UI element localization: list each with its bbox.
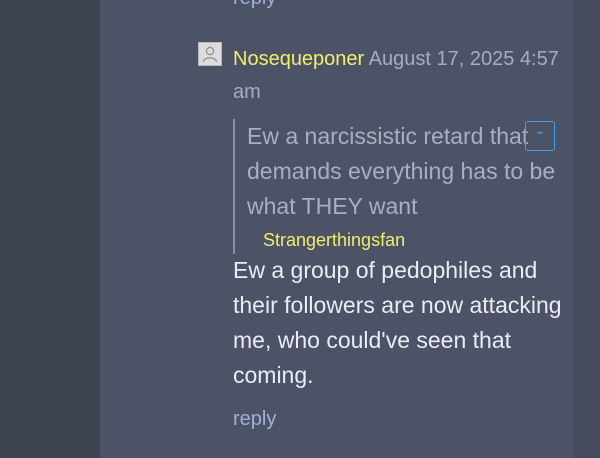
left-gutter <box>0 0 100 458</box>
reply-link[interactable]: reply <box>233 405 276 433</box>
comment-author[interactable]: Nosequeponer <box>233 48 364 70</box>
comment-body: Ew a group of pedophiles and their follo… <box>233 257 562 388</box>
previous-reply-link[interactable]: reply <box>233 0 276 10</box>
page: reply Nosequeponer August 17, 2025 4:57 … <box>0 0 600 458</box>
blockquote: Ew a narcissistic retard that demands ev… <box>233 119 568 254</box>
comment-meta: Nosequeponer August 17, 2025 4:57 am <box>233 43 568 109</box>
collapse-button[interactable]: - <box>525 121 555 151</box>
avatar[interactable] <box>198 42 222 66</box>
quote-author[interactable]: Strangerthingsfan <box>247 226 568 254</box>
user-silhouette-icon <box>202 46 218 63</box>
right-gutter <box>574 0 600 458</box>
quote-text: Ew a narcissistic retard that demands ev… <box>247 123 556 219</box>
